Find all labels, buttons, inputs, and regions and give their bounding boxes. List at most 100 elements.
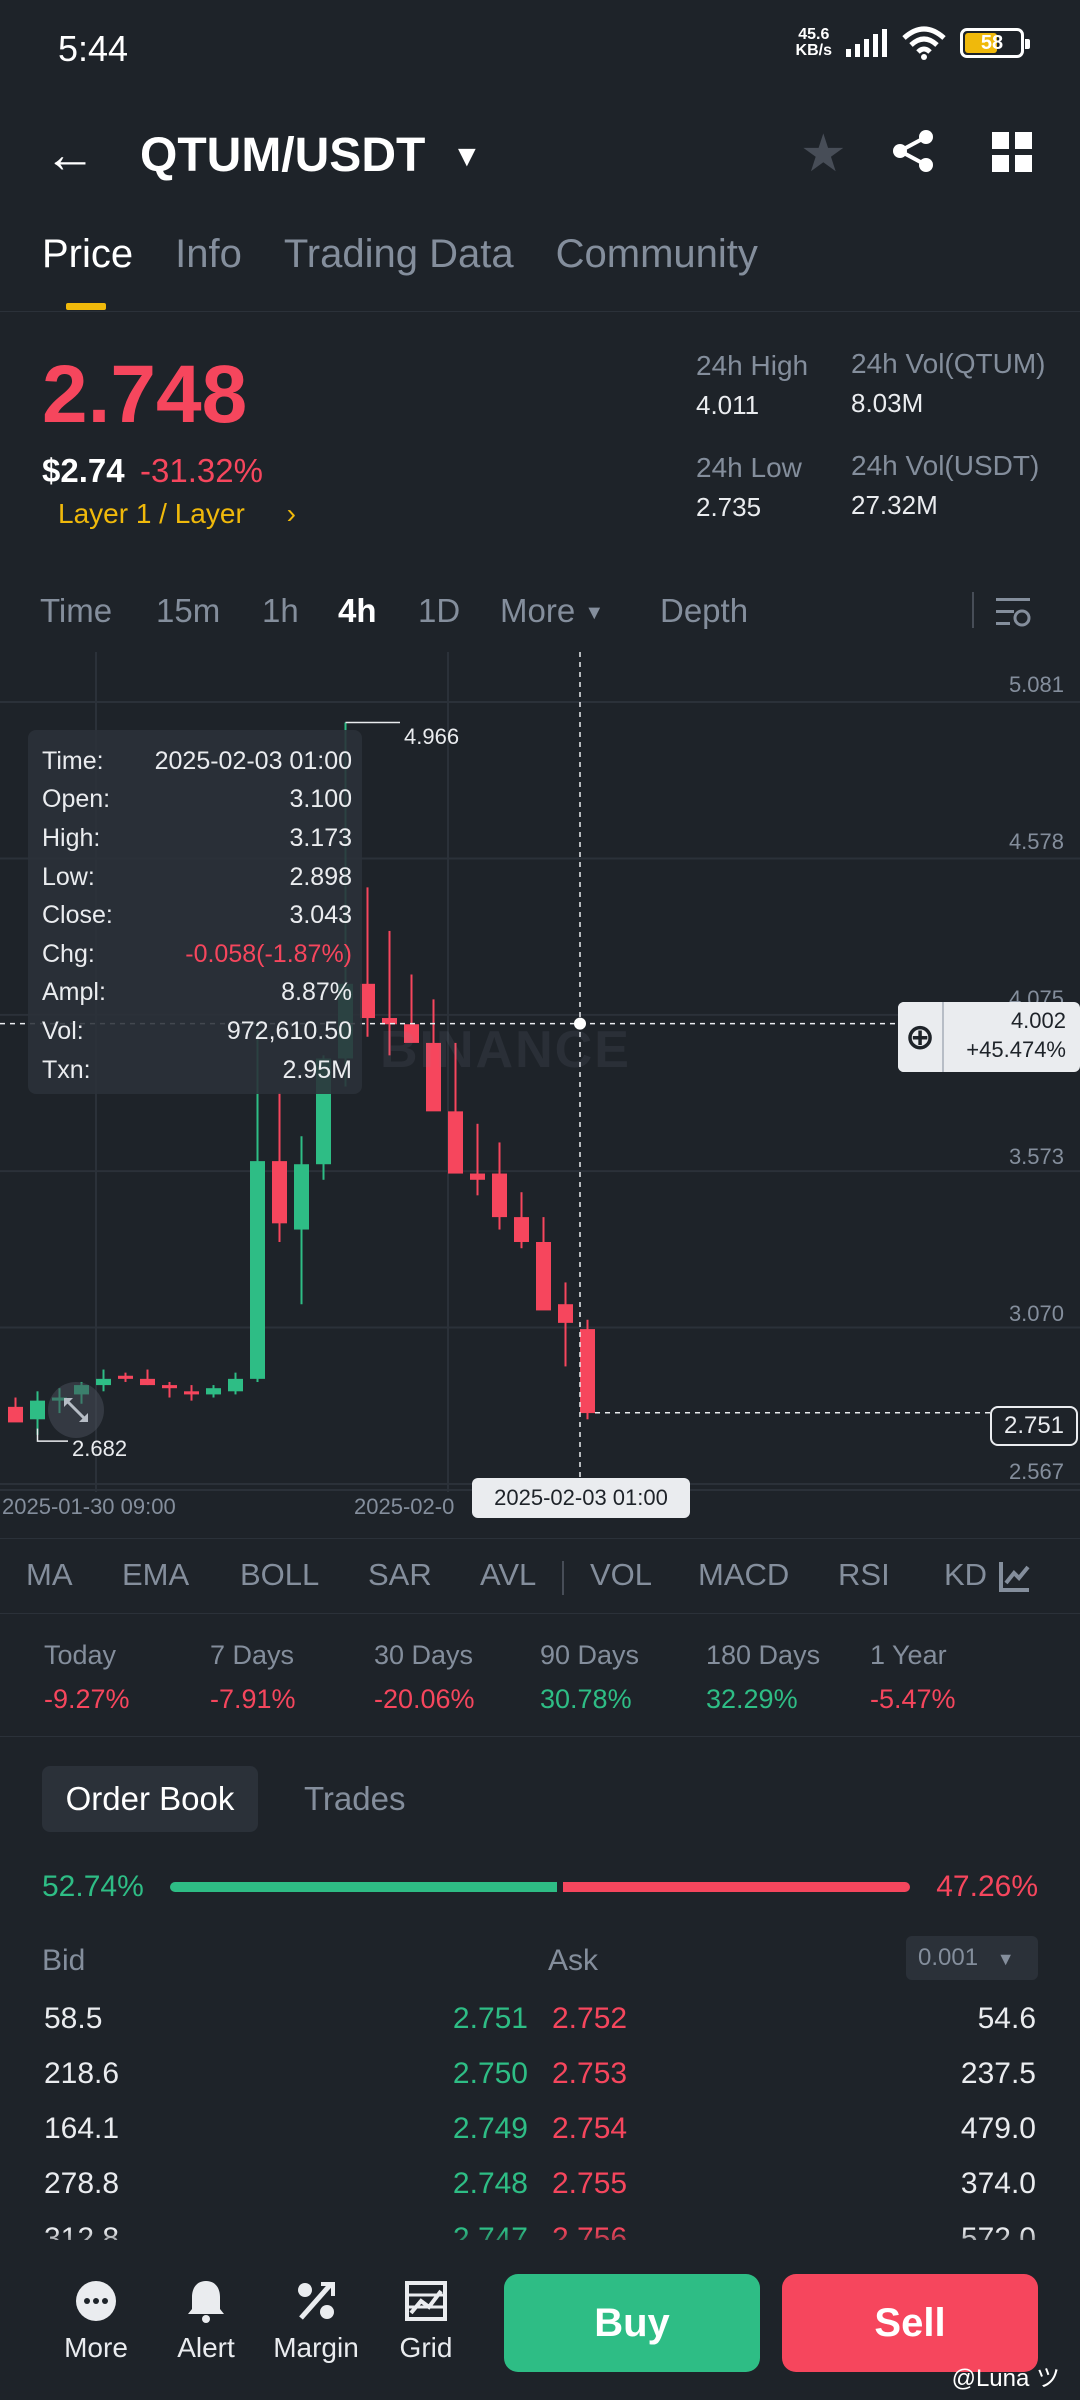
ask-ratio: 47.26% [936, 1870, 1038, 1903]
bid-quantity: 58.5 [44, 2002, 103, 2035]
tf-time[interactable]: Time [40, 592, 112, 630]
current-price-tag: 2.751 [990, 1406, 1078, 1446]
chart-settings-icon[interactable] [994, 594, 1032, 630]
tf-1h[interactable]: 1h [262, 592, 299, 630]
tooltip-row: Vol: 972,610.50 [42, 1012, 352, 1051]
header: ← QTUM/USDT ▼ ★ [0, 110, 1080, 200]
expand-icon[interactable] [48, 1382, 104, 1438]
tab-order-book[interactable]: Order Book [42, 1766, 258, 1832]
order-book-row[interactable]: 278.8 2.748 2.755 374.0 [0, 2157, 1080, 2212]
share-icon[interactable] [890, 128, 936, 174]
indicator-rsi[interactable]: RSI [838, 1557, 890, 1593]
crosshair-time-tag: 2025-02-03 01:00 [472, 1478, 690, 1518]
x-axis-label: 2025-01-30 09:00 [2, 1494, 176, 1519]
grid-icon[interactable] [992, 132, 1032, 172]
tf-depth[interactable]: Depth [660, 592, 748, 630]
candle-body [96, 1378, 111, 1386]
order-book-row[interactable]: 218.6 2.750 2.753 237.5 [0, 2047, 1080, 2102]
tooltip-key: Chg: [42, 939, 95, 968]
tooltip-key: Close: [42, 901, 113, 930]
y-axis-label: 3.573 [1008, 1144, 1064, 1169]
network-speed: 45.6 KB/s [796, 27, 832, 59]
ask-quantity: 54.6 [977, 2002, 1036, 2035]
candle-tooltip: Time: 2025-02-03 01:00 Open: 3.100 High: 3.17… [28, 730, 362, 1094]
candle-body [470, 1173, 485, 1180]
candle-body [118, 1375, 133, 1379]
tooltip-row: Ampl: 8.87% [42, 974, 352, 1013]
tab-trades[interactable]: Trades [304, 1766, 405, 1832]
candle-body [272, 1161, 287, 1224]
expand-arrows-icon [64, 1398, 88, 1422]
grid-label: Grid [399, 2332, 453, 2363]
indicator-bar: MA EMA BOLL SAR AVL VOL MACD RSI KD [0, 1538, 1080, 1614]
alert-label: Alert [177, 2332, 235, 2363]
precision-select[interactable]: 0.001 ▼ [906, 1936, 1038, 1980]
divider [972, 592, 974, 628]
bid-quantity: 164.1 [44, 2112, 120, 2145]
grid-trading-button[interactable]: Grid [376, 2276, 476, 2364]
bid-ratio: 52.74% [42, 1870, 144, 1903]
plus-icon[interactable]: ⊕ [898, 1002, 944, 1072]
tab-trading-data[interactable]: Trading Data [284, 232, 514, 310]
ask-price: 2.754 [552, 2112, 628, 2145]
tf-1d[interactable]: 1D [418, 592, 460, 630]
order-book-row[interactable]: 164.1 2.749 2.754 479.0 [0, 2102, 1080, 2157]
ask-price: 2.755 [552, 2167, 628, 2200]
watermark: BINANCE [380, 1021, 631, 1079]
tab-price[interactable]: Price [42, 232, 133, 310]
divider [0, 1736, 1080, 1737]
precision-value: 0.001 [918, 1944, 979, 1971]
tab-info[interactable]: Info [175, 232, 242, 310]
tf-4h[interactable]: 4h [338, 592, 377, 630]
indicator-avl[interactable]: AVL [480, 1557, 536, 1593]
status-indicators: 45.6 KB/s 58 [796, 26, 1030, 60]
bid-ratio-bar [170, 1882, 557, 1892]
more-button[interactable]: More [46, 2276, 146, 2364]
margin-label: Margin [273, 2332, 359, 2363]
stat-vol-base-label: 24h Vol(QTUM) [851, 348, 1046, 379]
tooltip-row: Time: 2025-02-03 01:00 [42, 742, 352, 781]
indicator-vol[interactable]: VOL [590, 1557, 652, 1593]
margin-button[interactable]: Margin [266, 2276, 366, 2364]
usd-price: $2.74 [42, 452, 125, 489]
tooltip-value: 3.100 [289, 785, 352, 814]
stat-vol-quote-value: 27.32M [851, 490, 938, 520]
more-icon [76, 2281, 116, 2321]
crosshair-price-value: 4.002 [1010, 1008, 1066, 1033]
indicator-ema[interactable]: EMA [122, 1557, 189, 1593]
crosshair-price: 4.002 +45.474% [966, 1006, 1066, 1064]
candle-body [360, 983, 375, 1019]
candle-body [514, 1217, 529, 1242]
status-time: 5:44 [58, 28, 129, 69]
tooltip-value: -0.058(-1.87%) [185, 939, 352, 968]
signal-icon [846, 29, 887, 57]
buy-button[interactable]: Buy [504, 2274, 760, 2372]
margin-icon [298, 2282, 335, 2320]
star-icon[interactable]: ★ [800, 124, 847, 184]
pair-title[interactable]: QTUM/USDT [140, 128, 425, 183]
bid-price: 2.748 [452, 2167, 528, 2200]
tooltip-row: Low: 2.898 [42, 858, 352, 897]
y-axis-label: 5.081 [1008, 672, 1064, 697]
tab-community[interactable]: Community [556, 232, 758, 310]
indicator-ma[interactable]: MA [26, 1557, 73, 1593]
tf-15m[interactable]: 15m [156, 592, 220, 630]
candle-body [30, 1400, 45, 1420]
tooltip-row: Close: 3.043 [42, 896, 352, 935]
indicator-sar[interactable]: SAR [368, 1557, 432, 1593]
stat-high-value: 4.011 [696, 390, 760, 420]
perf-value: 32.29% [706, 1684, 798, 1714]
order-book-row[interactable]: 58.5 2.751 2.752 54.6 [0, 1992, 1080, 2047]
indicator-kd[interactable]: KD [944, 1557, 987, 1593]
grid-trading-icon [405, 2281, 447, 2321]
back-arrow-icon[interactable]: ← [44, 129, 96, 181]
alert-button[interactable]: Alert [156, 2276, 256, 2364]
indicator-macd[interactable]: MACD [698, 1557, 789, 1593]
tooltip-key: Open: [42, 785, 111, 814]
indicator-settings-icon[interactable] [998, 1559, 1032, 1593]
indicator-boll[interactable]: BOLL [240, 1557, 319, 1593]
caret-down-icon[interactable]: ▼ [452, 140, 482, 174]
category-tag[interactable]: Layer 1 / Layer › [58, 498, 296, 530]
perf-value: 30.78% [540, 1684, 632, 1714]
tf-more[interactable]: More ▼ [500, 592, 604, 630]
